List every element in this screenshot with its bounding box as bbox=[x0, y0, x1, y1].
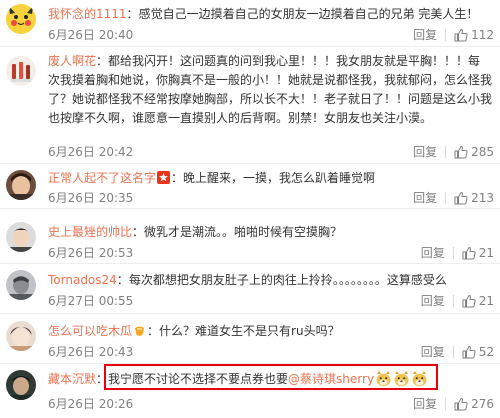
avatar[interactable] bbox=[6, 321, 36, 351]
star-badge-icon bbox=[157, 171, 171, 184]
like-button[interactable]: 52 bbox=[462, 345, 494, 359]
comment-item: Tornados24：每次都想把女朋友肚子上的肉往上拎拎。。。。。。。。这算感受… bbox=[0, 264, 500, 314]
thumbs-up-icon bbox=[454, 28, 468, 41]
comment-separator: ： bbox=[147, 324, 160, 338]
comment-meta: 6月27日 00:55 回复 21 bbox=[48, 292, 494, 309]
like-button[interactable]: 112 bbox=[454, 28, 494, 42]
comment-username[interactable]: 怎么可以吃木瓜 bbox=[48, 324, 132, 338]
comment-separator: ： bbox=[126, 7, 139, 21]
comment-actions: 回复 213 bbox=[413, 189, 494, 206]
like-button[interactable]: 213 bbox=[454, 191, 494, 205]
comment-meta: 6月26日 20:26 回复 276 bbox=[48, 395, 494, 412]
comment-time: 6月27日 00:55 bbox=[48, 294, 134, 308]
comment-actions: 回复 276 bbox=[413, 395, 494, 412]
comment-meta: 6月26日 20:53 回复 21 bbox=[48, 244, 494, 261]
comment-text: 每次都想把女朋友肚子上的肉往上拎拎。。。。。。。。这算感受么 bbox=[128, 273, 447, 287]
thumbs-up-icon bbox=[454, 191, 468, 204]
reply-button[interactable]: 回复 bbox=[421, 244, 445, 261]
comment-actions: 回复 52 bbox=[421, 343, 494, 360]
avatar[interactable] bbox=[6, 170, 36, 200]
reply-button[interactable]: 回复 bbox=[421, 292, 445, 309]
comment-time: 6月26日 20:42 bbox=[48, 145, 134, 159]
fan-badge-icon bbox=[135, 326, 145, 336]
divider bbox=[445, 28, 447, 41]
comment-actions: 回复 285 bbox=[413, 143, 494, 160]
comment-username[interactable]: 藏本沉默 bbox=[48, 372, 96, 386]
divider bbox=[445, 397, 447, 410]
comment-text: 什么？难道女生不是只有ru头吗？ bbox=[159, 324, 340, 338]
comment-separator: ： bbox=[171, 171, 184, 185]
avatar[interactable] bbox=[6, 370, 36, 400]
comment-item: 我怀念的1111：感觉自己一边摸着自己的女朋友一边摸着自己的兄弟 完美人生！ 6… bbox=[0, 0, 500, 47]
like-button[interactable]: 21 bbox=[462, 294, 494, 308]
avatar[interactable] bbox=[6, 270, 36, 300]
comment-text: 晚上醒来，一摸，我怎么趴着睡觉啊 bbox=[183, 171, 376, 185]
thumbs-up-icon bbox=[462, 246, 476, 259]
comment-separator: ： bbox=[96, 54, 109, 68]
comment-meta: 6月26日 20:35 回复 213 bbox=[48, 189, 494, 206]
comment-item: 史上最矬的帅比：微乳才是潮流。。啪啪时候有空摸胸？ 6月26日 20:53 回复… bbox=[0, 209, 500, 264]
like-button[interactable]: 285 bbox=[454, 145, 494, 159]
divider bbox=[452, 345, 454, 358]
comment-time: 6月26日 20:26 bbox=[48, 397, 134, 411]
comment-separator: ： bbox=[116, 273, 129, 287]
comment-actions: 回复 21 bbox=[421, 292, 494, 309]
like-count: 21 bbox=[478, 293, 494, 308]
comment-item: 怎么可以吃木瓜 ：什么？难道女生不是只有ru头吗？ 6月26日 20:43 回复 … bbox=[0, 314, 500, 364]
thumbs-up-icon bbox=[462, 345, 476, 358]
like-count: 21 bbox=[478, 245, 494, 260]
comment-meta: 6月26日 20:43 回复 52 bbox=[48, 343, 494, 360]
like-count: 52 bbox=[478, 344, 494, 359]
comment-time: 6月26日 20:43 bbox=[48, 345, 134, 359]
comment-text: 都给我闪开！这问题真的问到我心里！！！我女朋友就是平胸！！！每次我摸着胸和她说，… bbox=[48, 54, 493, 125]
comment-time: 6月26日 20:40 bbox=[48, 28, 134, 42]
comment-actions: 回复 112 bbox=[413, 26, 494, 43]
comment-text: 微乳才是潮流。。啪啪时候有空摸胸？ bbox=[144, 225, 343, 239]
divider bbox=[452, 294, 454, 307]
highlight-box bbox=[104, 364, 438, 390]
comment-actions: 回复 21 bbox=[421, 244, 494, 261]
comment-username[interactable]: Tornados24 bbox=[48, 273, 117, 287]
divider bbox=[445, 145, 447, 158]
thumbs-up-icon bbox=[454, 397, 468, 410]
comment-separator: ： bbox=[132, 225, 145, 239]
like-count: 112 bbox=[471, 27, 494, 42]
reply-button[interactable]: 回复 bbox=[413, 395, 437, 412]
comment-item: 废人啊花：都给我闪开！这问题真的问到我心里！！！我女朋友就是平胸！！！每次我摸着… bbox=[0, 47, 500, 164]
reply-button[interactable]: 回复 bbox=[413, 189, 437, 206]
comment-meta: 6月26日 20:40 回复 112 bbox=[48, 26, 494, 43]
reply-button[interactable]: 回复 bbox=[413, 26, 437, 43]
comment-meta: 6月26日 20:42 回复 285 bbox=[48, 143, 494, 160]
like-count: 213 bbox=[471, 190, 494, 205]
comment-username[interactable]: 史上最矬的帅比 bbox=[48, 225, 132, 239]
comment-time: 6月26日 20:53 bbox=[48, 246, 134, 260]
reply-button[interactable]: 回复 bbox=[413, 143, 437, 160]
like-count: 276 bbox=[471, 396, 494, 411]
reply-button[interactable]: 回复 bbox=[421, 343, 445, 360]
thumbs-up-icon bbox=[462, 294, 476, 307]
like-button[interactable]: 21 bbox=[462, 246, 494, 260]
divider bbox=[445, 191, 447, 204]
thumbs-up-icon bbox=[454, 145, 468, 158]
comment-username[interactable]: 废人啊花 bbox=[48, 54, 96, 68]
comment-item: 正常人起不了这名字 ：晚上醒来，一摸，我怎么趴着睡觉啊 6月26日 20:35 回… bbox=[0, 164, 500, 209]
avatar[interactable] bbox=[6, 222, 36, 252]
comment-text: 感觉自己一边摸着自己的女朋友一边摸着自己的兄弟 完美人生！ bbox=[138, 7, 479, 21]
avatar[interactable] bbox=[6, 56, 36, 86]
comment-time: 6月26日 20:35 bbox=[48, 191, 134, 205]
comment-username[interactable]: 正常人起不了这名字 bbox=[48, 171, 156, 185]
comment-username[interactable]: 我怀念的1111 bbox=[48, 7, 127, 21]
like-count: 285 bbox=[471, 144, 494, 159]
like-button[interactable]: 276 bbox=[454, 397, 494, 411]
divider bbox=[452, 246, 454, 259]
avatar[interactable] bbox=[6, 4, 36, 34]
